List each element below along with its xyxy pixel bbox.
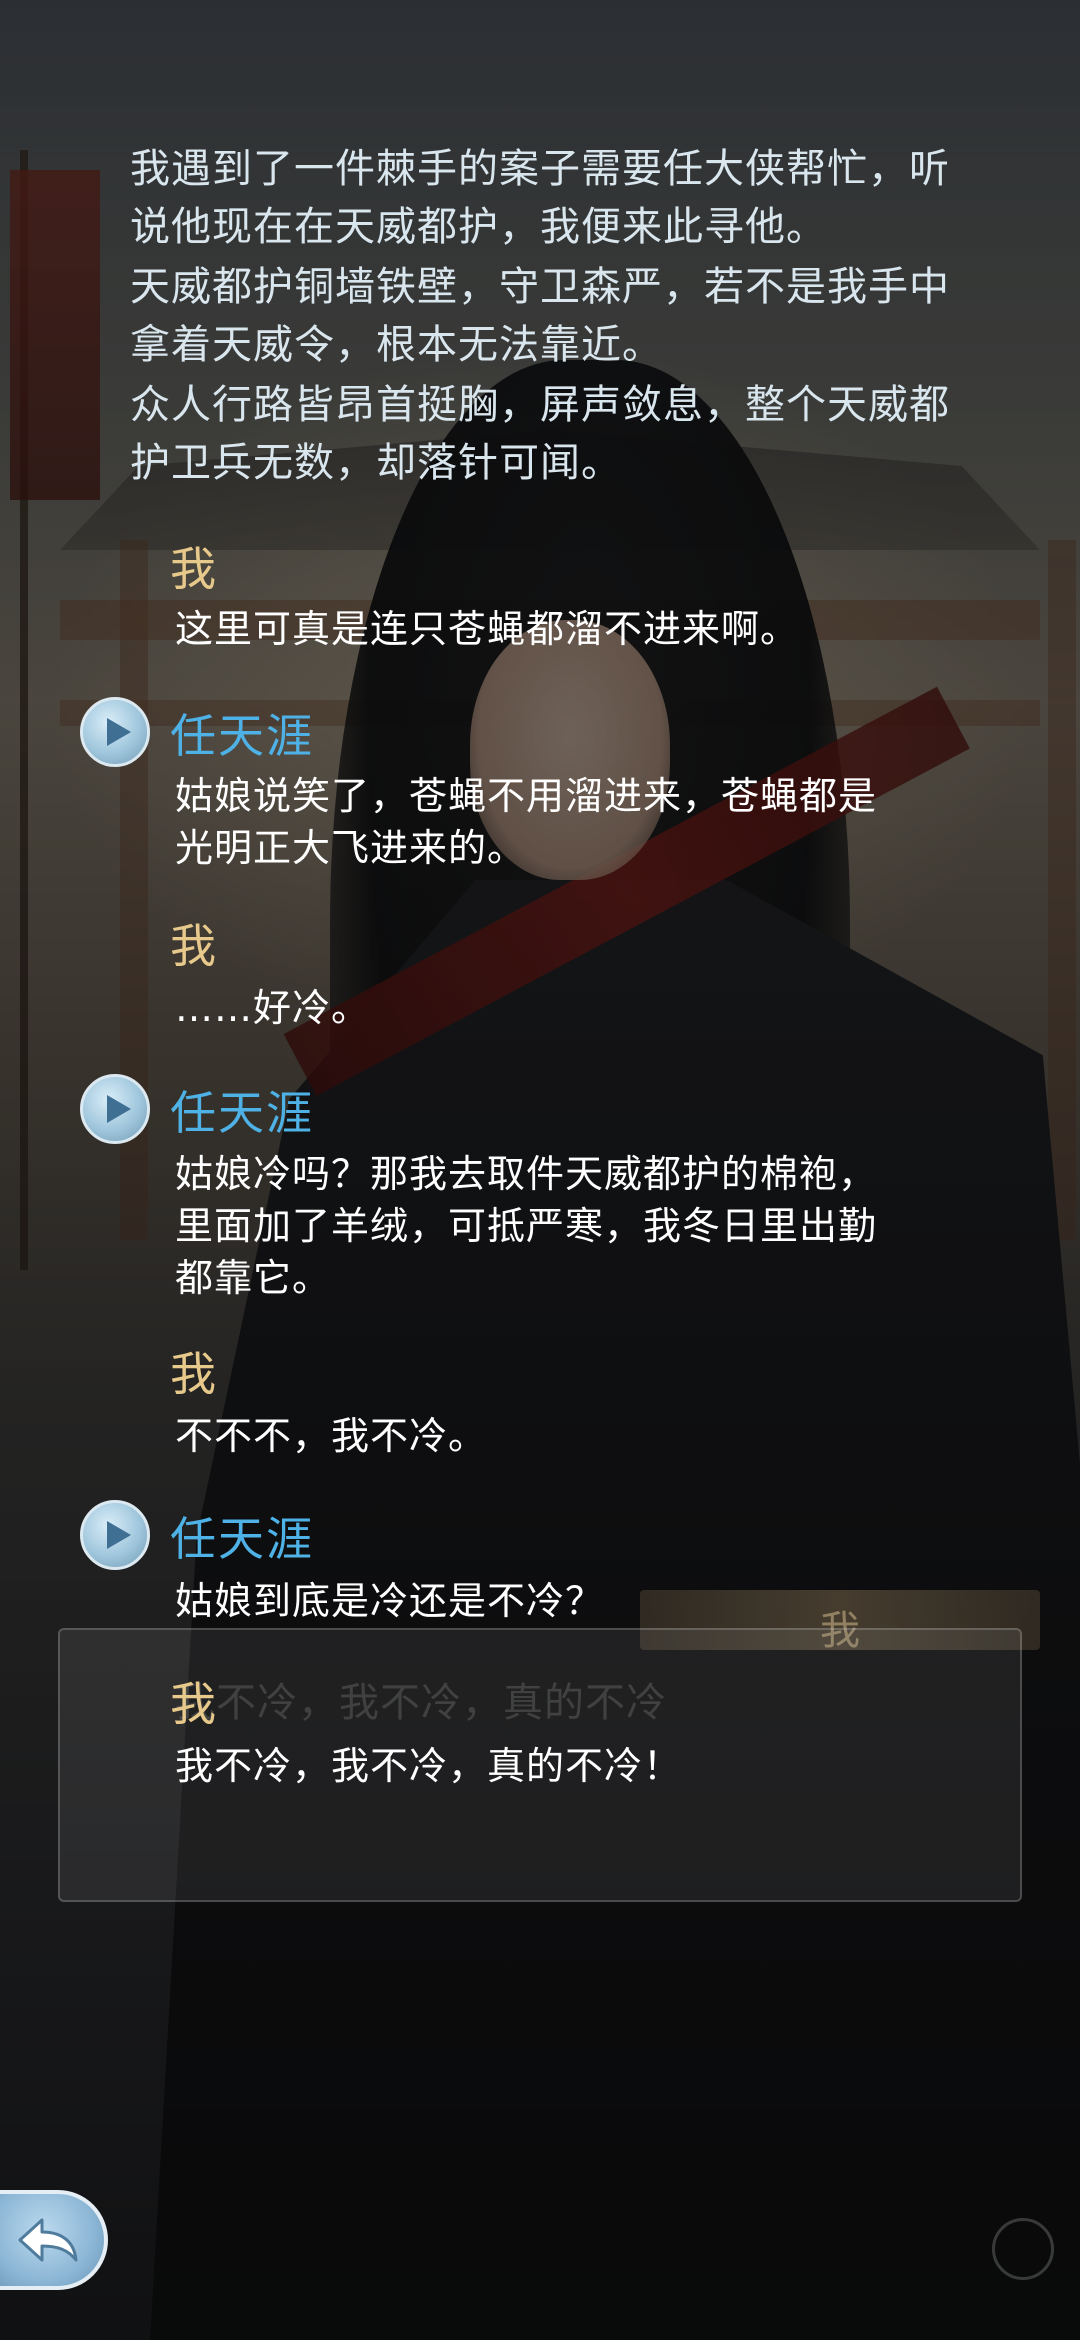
dialogue-line: ……好冷。 [175, 986, 371, 1030]
speaker-name-player: 我 [170, 1347, 217, 1401]
dialogue-line: 我不冷，我不冷，真的不冷！ [175, 1744, 683, 1788]
dialogue-line: 这里可真是连只苍蝇都溜不进来啊。 [175, 607, 800, 651]
play-icon [107, 1521, 131, 1549]
dialogue-log-screen: { "narration": [ "我遇到了一件棘手的案子需要任大侠帮忙，听说他… [0, 0, 1080, 2340]
dialogue-line: 不不不，我不冷。 [175, 1414, 488, 1458]
corner-ornament [992, 2218, 1054, 2280]
dialogue-line: 姑娘说笑了，苍蝇不用溜进来，苍蝇都是光明正大飞进来的。 [175, 774, 878, 870]
speaker-name-player: 我 [170, 919, 217, 973]
voice-replay-button[interactable] [80, 697, 150, 767]
return-arrow-icon [18, 2218, 78, 2262]
narration-paragraph: 天威都护铜墙铁壁，守卫森严，若不是我手中拿着天威令，根本无法靠近。 [130, 264, 950, 368]
back-button[interactable] [0, 2190, 108, 2290]
speaker-name-npc: 任天涯 [170, 1512, 314, 1566]
speaker-name-player: 我 [170, 1677, 217, 1731]
voice-replay-button[interactable] [80, 1074, 150, 1144]
underlying-dialog-text: 我不冷，我不冷，真的不冷 [175, 1680, 667, 1726]
play-icon [107, 1095, 131, 1123]
dialogue-line: 姑娘到底是冷还是不冷？ [175, 1579, 605, 1623]
speaker-name-npc: 任天涯 [170, 1086, 314, 1140]
narration-paragraph: 众人行路皆昂首挺胸，屏声敛息，整个天威都护卫兵无数，却落针可闻。 [130, 382, 950, 486]
voice-replay-button[interactable] [80, 1500, 150, 1570]
narration-paragraph: 我遇到了一件棘手的案子需要任大侠帮忙，听说他现在在天威都护，我便来此寻他。 [130, 146, 950, 250]
play-icon [107, 718, 131, 746]
dialogue-line: 姑娘冷吗？那我去取件天威都护的棉袍，里面加了羊绒，可抵严寒，我冬日里出勤都靠它。 [175, 1152, 878, 1300]
speaker-name-player: 我 [170, 542, 217, 596]
speaker-name-npc: 任天涯 [170, 709, 314, 763]
